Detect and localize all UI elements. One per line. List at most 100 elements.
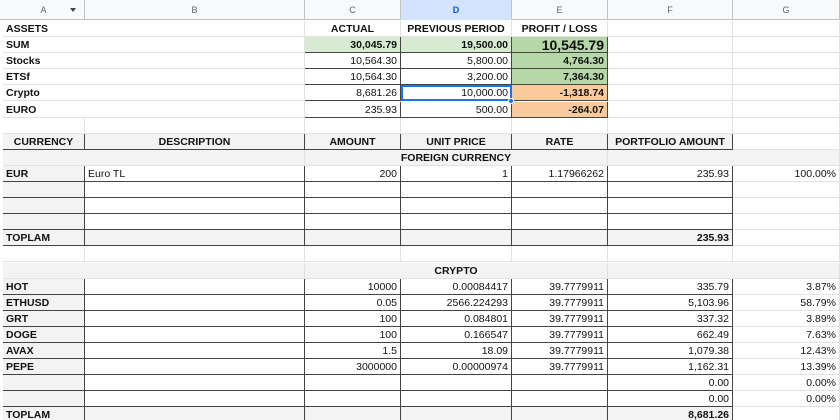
crypto-amount[interactable]: 10000 bbox=[305, 278, 401, 295]
column-header-b[interactable]: B bbox=[85, 0, 305, 20]
crypto-rate[interactable]: 39.7779911 bbox=[512, 343, 608, 360]
empty-cell[interactable] bbox=[733, 53, 840, 70]
empty-cell[interactable] bbox=[512, 230, 608, 247]
crypto-portfolio[interactable]: 337.32 bbox=[608, 310, 733, 327]
empty-cell[interactable] bbox=[305, 198, 401, 215]
empty-cell[interactable] bbox=[608, 37, 733, 54]
crypto-description[interactable] bbox=[85, 343, 305, 360]
empty-cell[interactable] bbox=[512, 117, 608, 134]
empty-cell[interactable] bbox=[733, 117, 840, 134]
crypto-percent[interactable]: 58.79% bbox=[733, 294, 840, 311]
section-spacer[interactable] bbox=[3, 262, 305, 279]
empty-cell[interactable] bbox=[608, 214, 733, 231]
empty-cell[interactable] bbox=[733, 407, 840, 420]
crypto-description[interactable] bbox=[85, 278, 305, 295]
crypto-amount[interactable]: 100 bbox=[305, 310, 401, 327]
crypto-amount[interactable] bbox=[305, 391, 401, 408]
crypto-amount[interactable]: 3000000 bbox=[305, 359, 401, 376]
empty-cell[interactable] bbox=[608, 101, 733, 118]
crypto-portfolio[interactable]: 0.00 bbox=[608, 375, 733, 392]
summary-profit-loss[interactable]: -264.07 bbox=[512, 101, 608, 118]
empty-cell[interactable] bbox=[305, 230, 401, 247]
crypto-rate[interactable] bbox=[512, 375, 608, 392]
summary-label[interactable]: ETSf bbox=[3, 69, 305, 86]
crypto-amount[interactable] bbox=[305, 375, 401, 392]
crypto-code[interactable] bbox=[3, 375, 85, 392]
crypto-code[interactable]: AVAX bbox=[3, 343, 85, 360]
summary-label[interactable]: SUM bbox=[3, 37, 305, 54]
currency-percent[interactable]: 100.00% bbox=[733, 165, 840, 182]
empty-cell[interactable] bbox=[608, 21, 733, 38]
empty-cell[interactable] bbox=[305, 182, 401, 199]
empty-cell[interactable] bbox=[733, 37, 840, 54]
empty-cell[interactable] bbox=[85, 407, 305, 420]
empty-cell[interactable] bbox=[3, 117, 85, 134]
summary-actual[interactable]: 10,564.30 bbox=[305, 53, 401, 70]
empty-cell[interactable] bbox=[733, 214, 840, 231]
crypto-unit-price[interactable]: 0.084801 bbox=[401, 310, 512, 327]
crypto-percent[interactable]: 0.00% bbox=[733, 375, 840, 392]
crypto-portfolio[interactable]: 0.00 bbox=[608, 391, 733, 408]
summary-actual[interactable]: 235.93 bbox=[305, 101, 401, 118]
crypto-unit-price[interactable] bbox=[401, 391, 512, 408]
foreign-total[interactable]: 235.93 bbox=[608, 230, 733, 247]
total-label[interactable]: TOPLAM bbox=[3, 407, 85, 420]
empty-cell[interactable] bbox=[3, 246, 85, 263]
crypto-percent[interactable]: 3.87% bbox=[733, 278, 840, 295]
empty-cell[interactable] bbox=[3, 198, 85, 215]
summary-header-actual[interactable]: ACTUAL bbox=[305, 21, 401, 38]
summary-actual[interactable]: 30,045.79 bbox=[305, 37, 401, 54]
currency-description[interactable]: Euro TL bbox=[85, 165, 305, 182]
empty-cell[interactable] bbox=[305, 117, 401, 134]
empty-cell[interactable] bbox=[305, 214, 401, 231]
currency-code[interactable]: EUR bbox=[3, 165, 85, 182]
summary-header-assets[interactable]: ASSETS bbox=[3, 21, 305, 38]
column-header-f[interactable]: F bbox=[608, 0, 733, 20]
column-header-g[interactable]: G bbox=[733, 0, 840, 20]
crypto-unit-price[interactable]: 0.166547 bbox=[401, 326, 512, 343]
filter-dropdown-icon[interactable] bbox=[70, 8, 76, 12]
crypto-rate[interactable]: 39.7779911 bbox=[512, 294, 608, 311]
header-portfolio-amount[interactable]: PORTFOLIO AMOUNT bbox=[608, 133, 733, 150]
crypto-code[interactable]: DOGE bbox=[3, 326, 85, 343]
empty-cell[interactable] bbox=[3, 182, 85, 199]
crypto-percent[interactable]: 7.63% bbox=[733, 326, 840, 343]
crypto-code[interactable]: HOT bbox=[3, 278, 85, 295]
header-description[interactable]: DESCRIPTION bbox=[85, 133, 305, 150]
empty-cell[interactable] bbox=[608, 69, 733, 86]
empty-cell[interactable] bbox=[85, 198, 305, 215]
empty-cell[interactable] bbox=[733, 230, 840, 247]
section-spacer[interactable] bbox=[3, 149, 305, 166]
crypto-code[interactable]: PEPE bbox=[3, 359, 85, 376]
empty-cell[interactable] bbox=[733, 246, 840, 263]
column-header-c[interactable]: C bbox=[305, 0, 401, 20]
selection-fill-handle[interactable] bbox=[508, 97, 514, 104]
empty-cell[interactable] bbox=[608, 198, 733, 215]
crypto-description[interactable] bbox=[85, 359, 305, 376]
crypto-portfolio[interactable]: 335.79 bbox=[608, 278, 733, 295]
empty-cell[interactable] bbox=[512, 198, 608, 215]
crypto-percent[interactable]: 13.39% bbox=[733, 359, 840, 376]
section-spacer[interactable] bbox=[608, 149, 840, 166]
column-header-d[interactable]: D bbox=[401, 0, 512, 20]
summary-previous[interactable]: 500.00 bbox=[401, 101, 512, 118]
crypto-percent[interactable]: 12.43% bbox=[733, 343, 840, 360]
empty-cell[interactable] bbox=[608, 246, 733, 263]
summary-previous[interactable]: 10,000.00 bbox=[401, 85, 512, 102]
section-title-crypto[interactable]: CRYPTO bbox=[305, 262, 608, 279]
empty-cell[interactable] bbox=[401, 246, 512, 263]
crypto-amount[interactable]: 1.5 bbox=[305, 343, 401, 360]
empty-cell[interactable] bbox=[401, 117, 512, 134]
crypto-code[interactable]: ETHUSD bbox=[3, 294, 85, 311]
empty-cell[interactable] bbox=[401, 182, 512, 199]
crypto-unit-price[interactable]: 2566.224293 bbox=[401, 294, 512, 311]
empty-cell[interactable] bbox=[733, 101, 840, 118]
empty-cell[interactable] bbox=[85, 117, 305, 134]
crypto-description[interactable] bbox=[85, 310, 305, 327]
total-label[interactable]: TOPLAM bbox=[3, 230, 85, 247]
empty-cell[interactable] bbox=[85, 230, 305, 247]
crypto-description[interactable] bbox=[85, 375, 305, 392]
crypto-code[interactable] bbox=[3, 391, 85, 408]
crypto-code[interactable]: GRT bbox=[3, 310, 85, 327]
header-unit-price[interactable]: UNIT PRICE bbox=[401, 133, 512, 150]
